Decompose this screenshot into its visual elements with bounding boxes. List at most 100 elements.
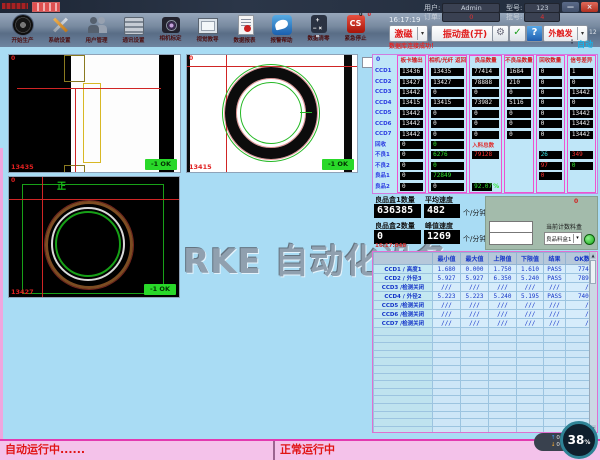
measure-empty-cell: [461, 381, 489, 389]
measure-empty-row: [374, 373, 590, 381]
stats-cell: [537, 140, 564, 150]
measure-cell: ///: [489, 310, 517, 319]
measure-empty-cell: [489, 381, 517, 389]
scrollbar-thumb[interactable]: [590, 260, 596, 284]
toolbar-item-label: 视觉教导: [196, 35, 218, 43]
measure-cell: ///: [566, 310, 590, 319]
stat-value-box: 13436: [400, 68, 423, 76]
current-box-select[interactable]: 良品料盒1 ▾: [544, 232, 582, 245]
count-zero: 0: [574, 198, 578, 205]
peak-speed-value: 1269: [424, 230, 460, 244]
scroll-up-icon[interactable]: ▲: [590, 252, 596, 259]
measure-empty-row: [374, 426, 590, 432]
toolbar-item-data-clear[interactable]: +−×=数据清零: [300, 13, 337, 49]
help-button[interactable]: ?: [526, 25, 543, 42]
measure-empty-cell: [544, 328, 566, 336]
stat-value-box: 210: [507, 79, 531, 87]
measure-cell: 6.350: [489, 274, 517, 283]
stats-cell: [470, 171, 501, 181]
measure-empty-cell: [489, 419, 517, 427]
toolbar-item-label: 报警帮助: [270, 36, 292, 44]
toolbar-item-start-production[interactable]: 开始生产: [4, 13, 41, 49]
magnet-dropdown-button[interactable]: 激磁 ▾: [389, 25, 428, 42]
toolbar-item-camera-calibration[interactable]: 相机标定: [152, 13, 189, 49]
vertical-scrollbar[interactable]: ▲ ▼: [589, 252, 597, 432]
toolbar-item-comm-settings[interactable]: 通讯设置: [115, 13, 152, 49]
stats-cell: 210: [505, 77, 533, 87]
camera-view-1[interactable]: 0 13435 -1 OK: [8, 54, 181, 173]
stat-value-box: 0: [431, 120, 464, 128]
current-box-value: 良品料盒1: [545, 235, 573, 243]
stats-cell: 97: [537, 161, 564, 171]
measure-cell: 5.240: [517, 274, 544, 283]
toolbar-item-alarm-help[interactable]: 报警帮助: [263, 13, 300, 49]
measure-empty-cell: [433, 365, 461, 373]
stat-value-box: 0: [400, 141, 423, 149]
stats-row-label: CCD2: [373, 77, 396, 88]
percent-value: 38: [568, 433, 585, 447]
chevron-down-icon[interactable]: ▾: [573, 234, 581, 243]
chevron-down-icon[interactable]: ▾: [417, 27, 427, 40]
confirm-button[interactable]: ✓: [509, 25, 526, 42]
vibrator-button-label: 振动盘(开): [432, 27, 498, 40]
toolbar-item-label: 用户管理: [85, 36, 107, 44]
toolbar-item-system-settings[interactable]: 系统设置: [41, 13, 78, 49]
measure-empty-cell: [544, 335, 566, 343]
measure-empty-cell: [566, 365, 590, 373]
settings-gear-button[interactable]: ⚙: [492, 25, 509, 42]
stats-column-header: 不良品数量: [505, 56, 533, 67]
camera-overlay-code: 13427: [11, 288, 34, 296]
stats-cell: 13442: [398, 129, 425, 139]
measure-row[interactable]: CCD1 / 高度11.6800.0001.7501.610PASS77439: [374, 265, 590, 274]
measure-row[interactable]: CCD3 /检测关闭//////////////////: [374, 283, 590, 292]
stat-value-box: 0: [431, 183, 464, 191]
minimize-button[interactable]: —: [562, 2, 579, 12]
toolbar-item-vision-teaching[interactable]: 视觉教导: [189, 13, 226, 49]
camera-view-2[interactable]: 0 13415 -1 OK: [186, 54, 358, 173]
stat-value-box: 13435: [431, 68, 464, 76]
stat-value-box: 79128: [472, 151, 499, 159]
stat-value-box: 5116: [507, 99, 531, 107]
avg-speed-value: 482: [424, 204, 460, 218]
stat-value-box: 73982: [472, 99, 499, 107]
stat-value-box: 0: [431, 162, 464, 170]
measure-empty-cell: [461, 335, 489, 343]
stats-cell: 13415: [398, 98, 425, 108]
stats-cell: [505, 150, 533, 160]
measure-empty-cell: [433, 381, 461, 389]
stats-cell: [505, 140, 533, 150]
toolbar-item-emergency-stop[interactable]: CS紧急停止00: [337, 13, 374, 49]
memory-percent-badge[interactable]: 38%: [560, 421, 598, 459]
measure-empty-cell: [517, 403, 544, 411]
camera2-edge-bar: [344, 55, 352, 172]
stat-value-box: 13442: [570, 89, 593, 97]
camera-view-3[interactable]: 正 0 13427 -1 OK: [8, 176, 180, 298]
detect-circle: [55, 211, 121, 277]
stat-value-box: 13442: [570, 131, 593, 139]
toolbar-item-user-management[interactable]: 用户管理: [78, 13, 115, 49]
measure-row[interactable]: CCD6 /检测关闭//////////////////: [374, 310, 590, 319]
stat-value-box: 26: [539, 151, 562, 159]
stats-cell: 13436: [398, 67, 425, 77]
measure-cell: 74006: [566, 292, 590, 301]
count-input-2[interactable]: [489, 232, 533, 245]
toolbar-item-data-report[interactable]: 数据报表: [226, 13, 263, 49]
measure-empty-cell: [517, 373, 544, 381]
stats-cell: 77414: [470, 67, 501, 77]
toolbar-item-label: 紧急停止: [344, 34, 366, 42]
measure-cell: 78911: [566, 274, 590, 283]
order-value: 0: [442, 12, 500, 22]
measure-empty-cell: [566, 373, 590, 381]
measure-row[interactable]: CCD4 / 外径25.2235.2235.2405.195PASS74006: [374, 292, 590, 301]
measure-row[interactable]: CCD2 / 外径35.9275.9276.3505.240PASS78911: [374, 274, 590, 283]
measure-cell: CCD4 / 外径2: [374, 292, 433, 301]
stats-cell: [505, 161, 533, 171]
measure-empty-cell: [566, 411, 590, 419]
measure-empty-cell: [517, 396, 544, 404]
measure-row[interactable]: CCD7 /检测关闭//////////////////: [374, 319, 590, 328]
close-button[interactable]: ×: [581, 2, 598, 12]
stat-value-box: 1684: [507, 68, 531, 76]
measure-cell: ///: [461, 283, 489, 292]
stats-cell: 79128: [470, 150, 501, 160]
measure-row[interactable]: CCD5 /检测关闭//////////////////: [374, 301, 590, 310]
